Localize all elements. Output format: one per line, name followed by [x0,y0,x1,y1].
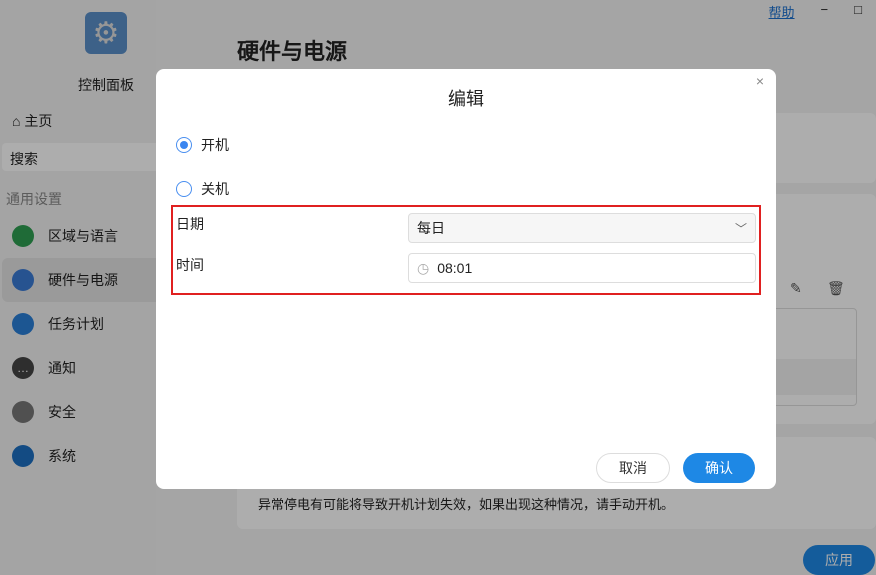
close-icon[interactable]: × [756,73,764,89]
dialog-title: 编辑 [448,89,484,109]
date-value: 每日 [417,220,445,236]
radio-unchecked[interactable] [176,181,192,197]
time-input[interactable]: ◷ 08:01 [408,253,756,283]
date-select[interactable]: 每日 ﹀ [408,213,756,243]
radio-checked[interactable] [176,137,192,153]
chevron-down-icon: ﹀ [734,221,747,236]
confirm-button[interactable]: 确认 [683,453,755,483]
radio-label: 开机 [201,137,229,153]
radio-power-off[interactable]: 关机 [176,179,229,199]
radio-label: 关机 [201,181,229,197]
edit-dialog: 编辑 × 开机 关机 日期 每日 ﹀ 时间 ◷ 08:01 取消 确认 [156,69,776,489]
radio-power-on[interactable]: 开机 [176,135,229,155]
date-label: 日期 [176,216,204,232]
time-value: 08:01 [437,260,473,276]
clock-icon: ◷ [417,259,430,276]
cancel-button[interactable]: 取消 [596,453,670,483]
time-label: 时间 [176,257,204,273]
